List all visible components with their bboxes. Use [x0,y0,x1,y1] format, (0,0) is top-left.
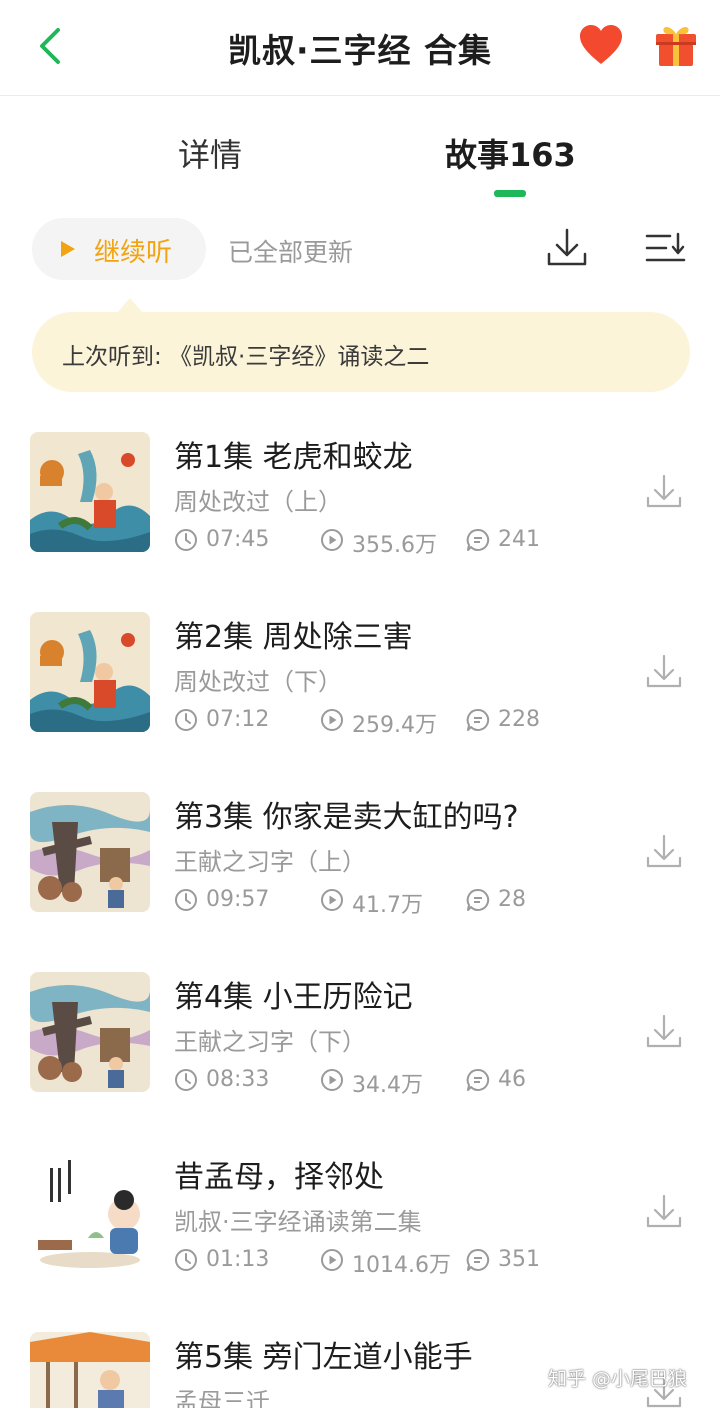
tab-stories[interactable]: 故事163 [445,130,576,176]
episode-cover-calligraphy [30,792,150,912]
download-icon[interactable] [644,472,684,512]
last-played-text: 上次听到: 《凯叔·三字经》诵读之二 [62,344,430,370]
play-icon [61,241,75,257]
download-icon[interactable] [644,1012,684,1052]
continue-listening-button[interactable]: 继续听 [32,218,206,280]
download-icon[interactable] [644,1192,684,1232]
clock-icon [175,889,197,911]
play-count-icon [321,709,343,731]
episode-subtitle: 王献之习字（下） [174,1028,366,1056]
clock-icon [175,529,197,551]
episode-subtitle: 凯叔·三字经诵读第二集 [174,1208,422,1236]
comment-count-value: 46 [498,1067,526,1092]
play-count-icon [321,1249,343,1271]
comment-icon [466,708,490,731]
comment-icon [466,1248,490,1271]
comment-count-value: 28 [498,887,526,912]
play-count-value: 1014.6万 [352,1253,451,1278]
episode-title: 第5集 旁门左道小能手 [174,1340,473,1375]
episode-item[interactable]: 第1集 老虎和蛟龙 周处改过（上） 07:45 355.6万 241 [0,432,720,612]
top-bar: 凯叔·三字经 合集 [0,0,720,96]
episode-cover-loom [30,1332,150,1408]
comment-icon [466,528,490,551]
clock-icon [175,1069,197,1091]
duration-value: 07:12 [206,707,270,732]
episode-subtitle: 周处改过（上） [174,488,342,516]
tab-detail[interactable]: 详情 [178,130,242,176]
play-count-value: 259.4万 [352,713,437,738]
play-count-value: 355.6万 [352,533,437,558]
last-played-bubble[interactable]: 上次听到: 《凯叔·三字经》诵读之二 [32,312,690,392]
episode-cover-tiger-dragon [30,432,150,552]
active-tab-indicator [494,190,526,197]
comment-count-value: 351 [498,1247,540,1272]
favorite-heart-icon[interactable] [578,24,624,66]
duration-value: 08:33 [206,1067,270,1092]
clock-icon [175,1249,197,1271]
episode-subtitle: 周处改过（下） [174,668,342,696]
episode-cover-tiger-dragon [30,612,150,732]
episode-cover-calligraphy [30,972,150,1092]
play-count-icon [321,529,343,551]
episode-title: 第2集 周处除三害 [174,620,413,655]
update-status: 已全部更新 [228,238,354,267]
episode-subtitle: 王献之习字（上） [174,848,366,876]
play-count-icon [321,1069,343,1091]
comment-icon [466,888,490,911]
episode-title: 第1集 老虎和蛟龙 [174,440,413,475]
duration-value: 01:13 [206,1247,270,1272]
episode-item[interactable]: 第2集 周处除三害 周处改过（下） 07:12 259.4万 228 [0,612,720,792]
episode-subtitle: 孟母三迁 [174,1388,270,1408]
gift-icon[interactable] [653,20,699,68]
episode-item[interactable]: 第3集 你家是卖大缸的吗? 王献之习字（上） 09:57 41.7万 28 [0,792,720,972]
clock-icon [175,709,197,731]
duration-value: 09:57 [206,887,270,912]
episode-title: 昔孟母，择邻处 [174,1160,384,1195]
episode-item[interactable]: 昔孟母，择邻处 凯叔·三字经诵读第二集 01:13 1014.6万 351 [0,1152,720,1332]
comment-icon [466,1068,490,1091]
episode-title: 第3集 你家是卖大缸的吗? [174,800,519,835]
watermark: 知乎 @小尾巴狼 [548,1368,688,1390]
play-count-icon [321,889,343,911]
continue-label: 继续听 [94,238,173,268]
play-count-value: 34.4万 [352,1073,423,1098]
download-icon[interactable] [644,832,684,872]
batch-download-icon[interactable] [544,226,590,270]
comment-count-value: 228 [498,707,540,732]
episode-item[interactable]: 第4集 小王历险记 王献之习字（下） 08:33 34.4万 46 [0,972,720,1152]
download-icon[interactable] [644,652,684,692]
episode-cover-mencius-mother [30,1152,150,1272]
duration-value: 07:45 [206,527,270,552]
sort-icon[interactable] [644,228,688,268]
comment-count-value: 241 [498,527,540,552]
episode-title: 第4集 小王历险记 [174,980,413,1015]
play-count-value: 41.7万 [352,893,423,918]
